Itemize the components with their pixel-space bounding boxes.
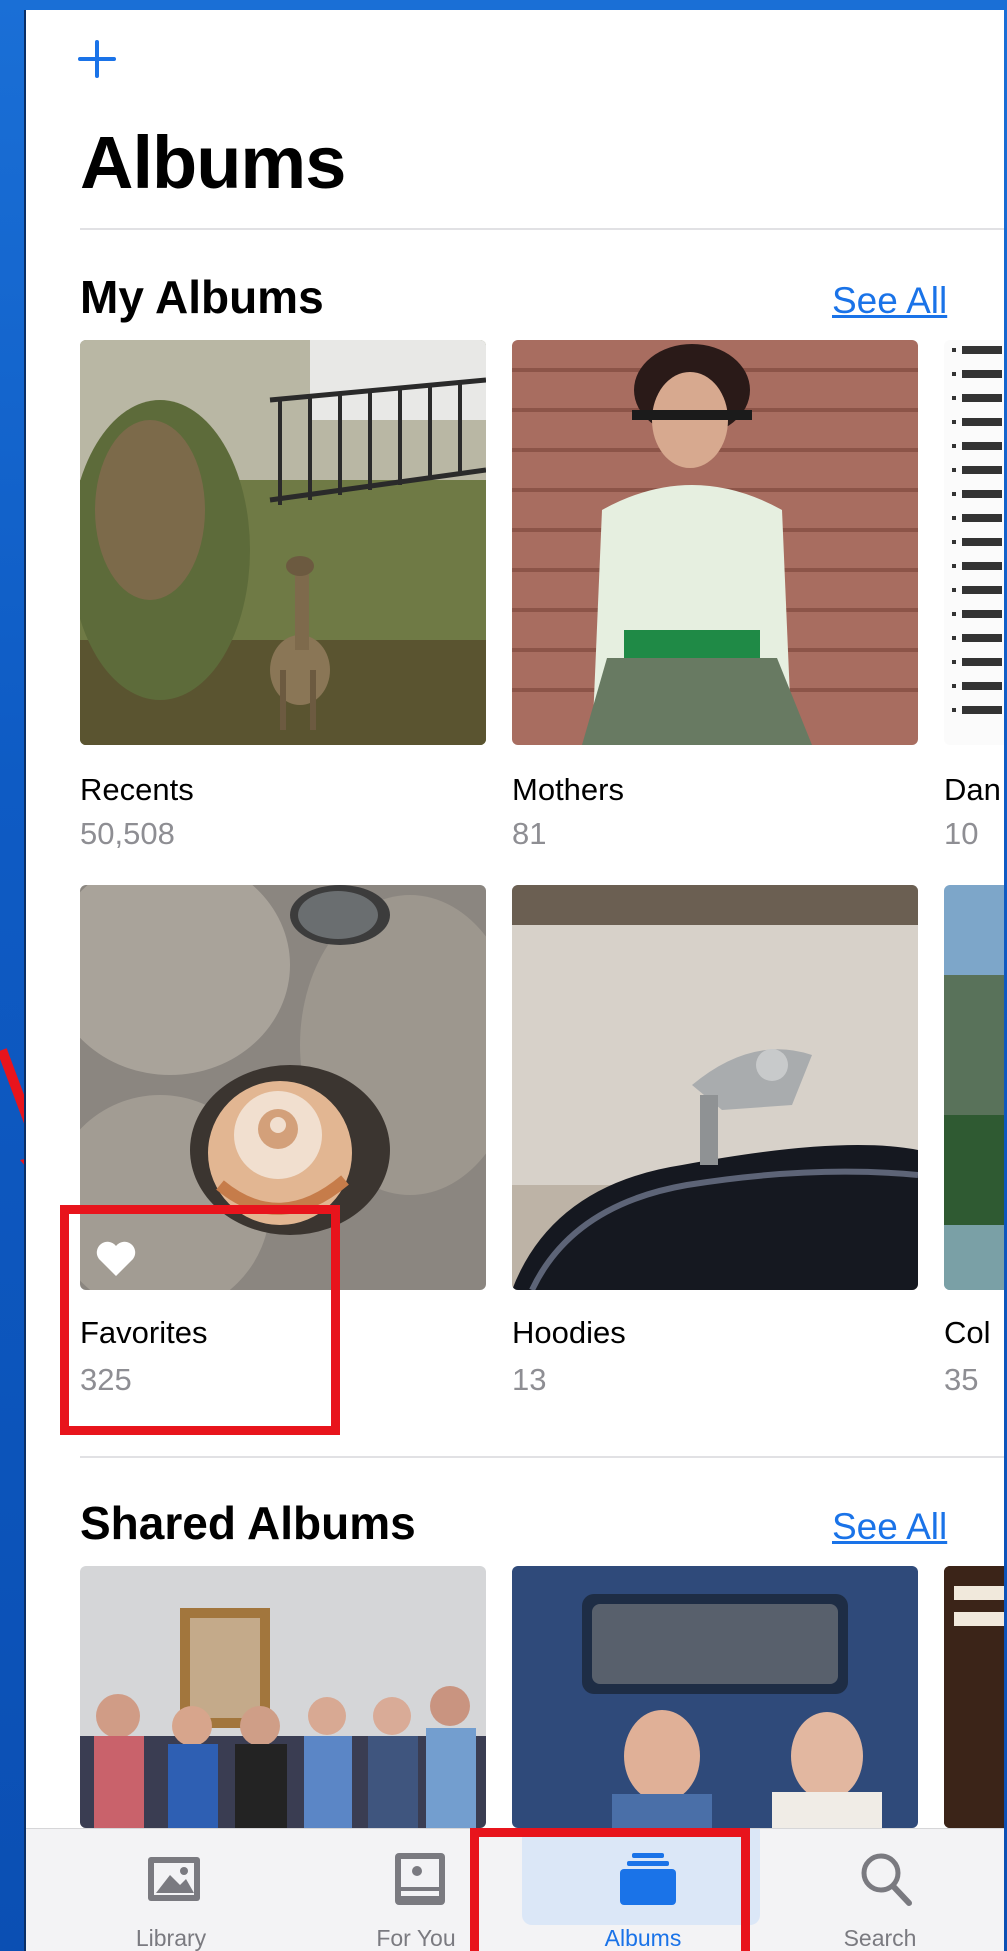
tab-library[interactable]: Library (51, 1829, 291, 1951)
tab-search[interactable]: Search (760, 1829, 1000, 1951)
album-count-recents: 50,508 (80, 816, 175, 851)
my-albums-title: My Albums (80, 271, 324, 323)
divider (80, 228, 1004, 230)
album-count-hoodies: 13 (512, 1362, 547, 1397)
search-icon (861, 1853, 912, 1906)
album-thumb-dan[interactable] (944, 340, 1004, 745)
annotation-box-favorites (60, 1205, 340, 1435)
album-name-mothers: Mothers (512, 772, 624, 807)
shared-album-thumb-1[interactable] (80, 1566, 486, 1828)
album-count-col: 35 (944, 1362, 979, 1397)
shared-album-thumb-3[interactable] (944, 1566, 1004, 1828)
album-name-recents: Recents (80, 772, 194, 807)
shared-albums-title: Shared Albums (80, 1497, 416, 1549)
tab-library-label: Library (135, 1925, 207, 1951)
shared-album-thumb-2[interactable] (512, 1566, 918, 1828)
album-name-hoodies: Hoodies (512, 1315, 626, 1350)
album-thumb-mothers[interactable] (512, 340, 918, 745)
annotation-box-albums-tab (470, 1828, 750, 1951)
album-name-col: Col (944, 1315, 991, 1350)
photo-icon (148, 1857, 200, 1901)
my-albums-see-all-link[interactable]: See All (832, 280, 947, 322)
for-you-icon (395, 1853, 445, 1905)
album-count-dan: 10 (944, 816, 979, 851)
album-thumb-hoodies[interactable] (512, 885, 918, 1290)
album-thumb-recents[interactable] (80, 340, 486, 745)
tab-search-label: Search (843, 1925, 917, 1951)
album-thumb-col[interactable] (944, 885, 1004, 1290)
phone-screen: Albums My Albums See All Recents 50,508 … (24, 10, 1004, 1951)
add-album-button[interactable] (74, 36, 120, 82)
album-name-dan: Dan (944, 772, 1001, 807)
divider (80, 1456, 1004, 1458)
page-title: Albums (80, 121, 346, 204)
shared-albums-see-all-link[interactable]: See All (832, 1506, 947, 1548)
album-count-mothers: 81 (512, 816, 547, 851)
